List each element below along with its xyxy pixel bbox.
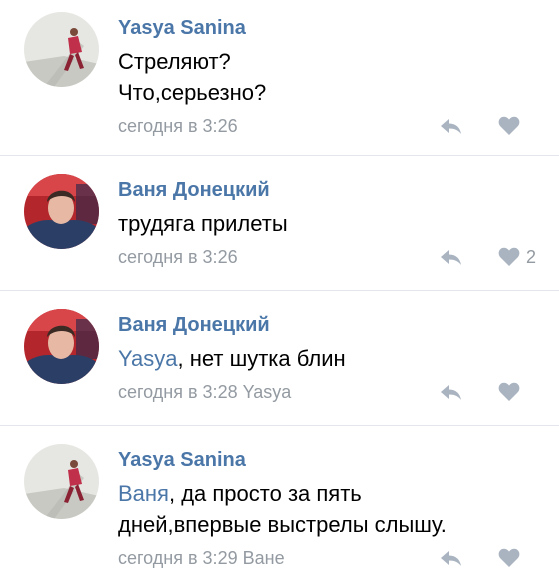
comment-text-line: трудяга прилеты [118,211,288,236]
reply-arrow-icon [441,250,461,265]
comment-text: Стреляют? Что,серьезно? [118,46,539,108]
avatar-image [24,309,99,384]
comment-item: Yasya Sanina Ваня, да просто за пять дне… [0,426,559,585]
reply-button[interactable] [439,116,463,136]
comment-timestamp[interactable]: сегодня в 3:26 [118,116,238,136]
comment-timestamp[interactable]: сегодня в 3:28 Yasya [118,382,291,402]
avatar-image [24,444,99,519]
heart-icon [498,382,520,401]
avatar-image [24,12,99,87]
comment-text-rest: , да просто за пять [168,481,362,506]
comment-author[interactable]: Ваня Донецкий [118,176,539,204]
comment-text-line: Стреляют? [118,49,231,74]
comment-text-line: дней,впервые выстрелы слышу. [118,512,447,537]
like-count: 2 [526,247,537,267]
comment-item: Yasya Sanina Стреляют? Что,серьезно? сег… [0,0,559,156]
reply-arrow-icon [441,385,461,400]
comment-text: Yasya, нет шутка блин [118,343,539,374]
heart-icon [498,548,520,567]
comment-text-rest: , нет шутка блин [177,346,346,371]
like-button[interactable] [498,547,520,569]
comment-author[interactable]: Ваня Донецкий [118,311,539,339]
reply-button[interactable] [439,382,463,402]
heart-icon [498,247,520,266]
timestamp-text: сегодня в 3:28 [118,382,238,402]
avatar[interactable] [24,12,99,87]
comment-author[interactable]: Yasya Sanina [118,14,539,42]
avatar-image [24,174,99,249]
avatar[interactable] [24,444,99,519]
like-button[interactable] [498,115,520,137]
reply-to-name[interactable]: Ване [243,548,285,568]
avatar[interactable] [24,174,99,249]
mention-link[interactable]: Ваня [118,481,169,506]
comment-author[interactable]: Yasya Sanina [118,446,539,474]
comment-text-line: Что,серьезно? [118,80,267,105]
comment-text: трудяга прилеты [118,208,539,239]
comment-item: Ваня Донецкий Yasya, нет шутка блин сего… [0,291,559,426]
heart-icon [498,116,520,135]
timestamp-text: сегодня в 3:29 [118,548,238,568]
reply-arrow-icon [441,551,461,566]
reply-to-name[interactable]: Yasya [243,382,292,402]
reply-button[interactable] [439,247,463,267]
mention-link[interactable]: Yasya [118,346,178,371]
avatar[interactable] [24,309,99,384]
comment-text-line: Ваня, да просто за пять [118,478,539,509]
reply-arrow-icon [441,119,461,134]
reply-button[interactable] [439,548,463,568]
comment-text: Ваня, да просто за пять дней,впервые выс… [118,478,539,540]
like-button[interactable]: 2 [498,246,536,268]
comment-timestamp[interactable]: сегодня в 3:26 [118,247,238,267]
comment-item: Ваня Донецкий трудяга прилеты сегодня в … [0,156,559,291]
comment-timestamp[interactable]: сегодня в 3:29 Ване [118,548,285,568]
like-button[interactable] [498,381,520,403]
